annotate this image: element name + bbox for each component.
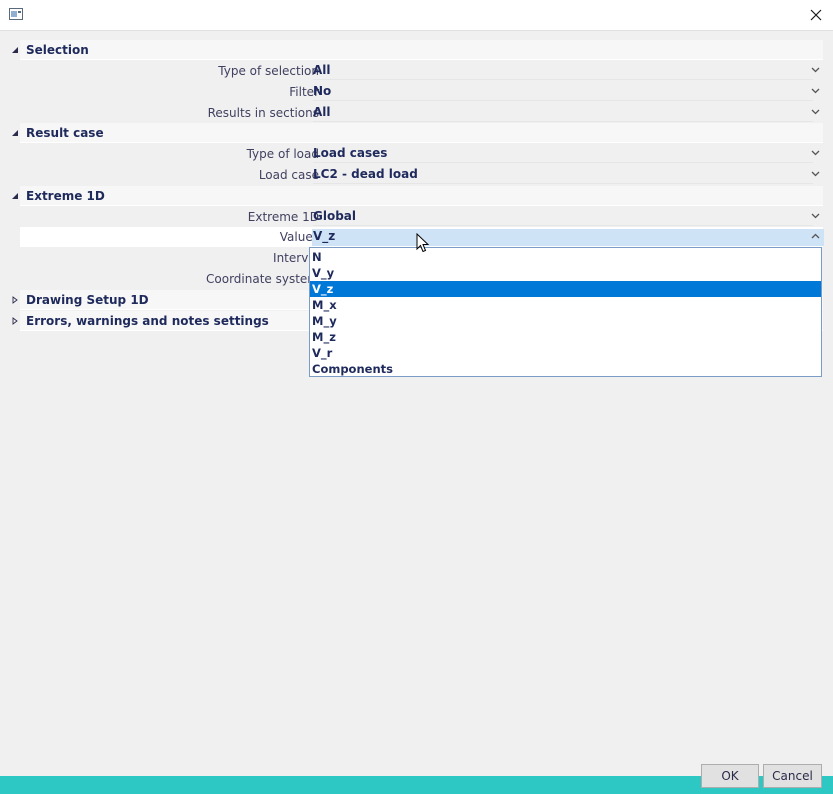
property-value[interactable]: All (313, 63, 813, 80)
chevron-down-icon[interactable] (809, 210, 821, 222)
property-label: Load case (258, 168, 319, 182)
property-label: Type of load (246, 147, 319, 161)
window-icon (9, 8, 23, 20)
expand-triangle-icon[interactable] (10, 316, 20, 326)
property-row-results-in-sections[interactable]: Results in sections All (20, 103, 823, 123)
property-value[interactable]: All (313, 105, 813, 122)
property-value[interactable]: Load cases (313, 146, 813, 163)
chevron-down-icon[interactable] (809, 147, 821, 159)
mouse-pointer-icon (416, 233, 430, 253)
group-title: Selection (26, 43, 89, 57)
ok-button[interactable]: OK (701, 764, 759, 788)
values-combobox[interactable]: V_z (312, 229, 824, 246)
property-row-filter[interactable]: Filter No (20, 82, 823, 102)
property-row-type-of-selection[interactable]: Type of selection All (20, 61, 823, 81)
property-row-extreme-1d[interactable]: Extreme 1D Global (20, 207, 823, 227)
property-label: Type of selection (218, 64, 319, 78)
group-title: Errors, warnings and notes settings (26, 314, 269, 328)
dropdown-option[interactable]: V_y (310, 265, 821, 281)
group-header-extreme-1d[interactable]: Extreme 1D (7, 186, 823, 206)
collapse-triangle-icon[interactable] (10, 191, 20, 201)
group-title: Extreme 1D (26, 189, 105, 203)
chevron-down-icon[interactable] (809, 168, 821, 180)
property-label: Results in sections (207, 106, 319, 120)
title-bar (0, 0, 833, 31)
dropdown-option[interactable]: M_x (310, 297, 821, 313)
property-value[interactable]: LC2 - dead load (313, 167, 813, 184)
dropdown-option[interactable]: N (310, 249, 821, 265)
dropdown-option[interactable]: M_z (310, 329, 821, 345)
group-title: Result case (26, 126, 104, 140)
properties-panel: Selection Type of selection All Filter N… (7, 38, 824, 752)
dropdown-option[interactable]: Components (310, 361, 821, 377)
property-row-type-of-load[interactable]: Type of load Load cases (20, 144, 823, 164)
property-value[interactable]: Global (313, 209, 813, 226)
close-icon (810, 9, 822, 21)
property-row-load-case[interactable]: Load case LC2 - dead load (20, 165, 823, 185)
chevron-down-icon[interactable] (809, 64, 821, 76)
dropdown-option-selected[interactable]: V_z (310, 281, 821, 297)
dropdown-option[interactable]: V_r (310, 345, 821, 361)
property-label: Extreme 1D (247, 210, 319, 224)
chevron-up-icon[interactable] (809, 230, 821, 242)
cancel-button[interactable]: Cancel (763, 764, 822, 788)
expand-triangle-icon[interactable] (10, 295, 20, 305)
collapse-triangle-icon[interactable] (10, 45, 20, 55)
close-button[interactable] (799, 0, 833, 30)
chevron-down-icon[interactable] (809, 106, 821, 118)
dropdown-option[interactable]: M_y (310, 313, 821, 329)
chevron-down-icon[interactable] (809, 85, 821, 97)
property-label: Coordinate system (206, 272, 319, 286)
collapse-triangle-icon[interactable] (10, 128, 20, 138)
group-title: Drawing Setup 1D (26, 293, 149, 307)
property-value[interactable]: No (313, 84, 813, 101)
values-dropdown-list[interactable]: N V_y V_z M_x M_y M_z V_r Components (309, 247, 822, 377)
group-header-result-case[interactable]: Result case (7, 123, 823, 143)
group-header-selection[interactable]: Selection (7, 40, 823, 60)
